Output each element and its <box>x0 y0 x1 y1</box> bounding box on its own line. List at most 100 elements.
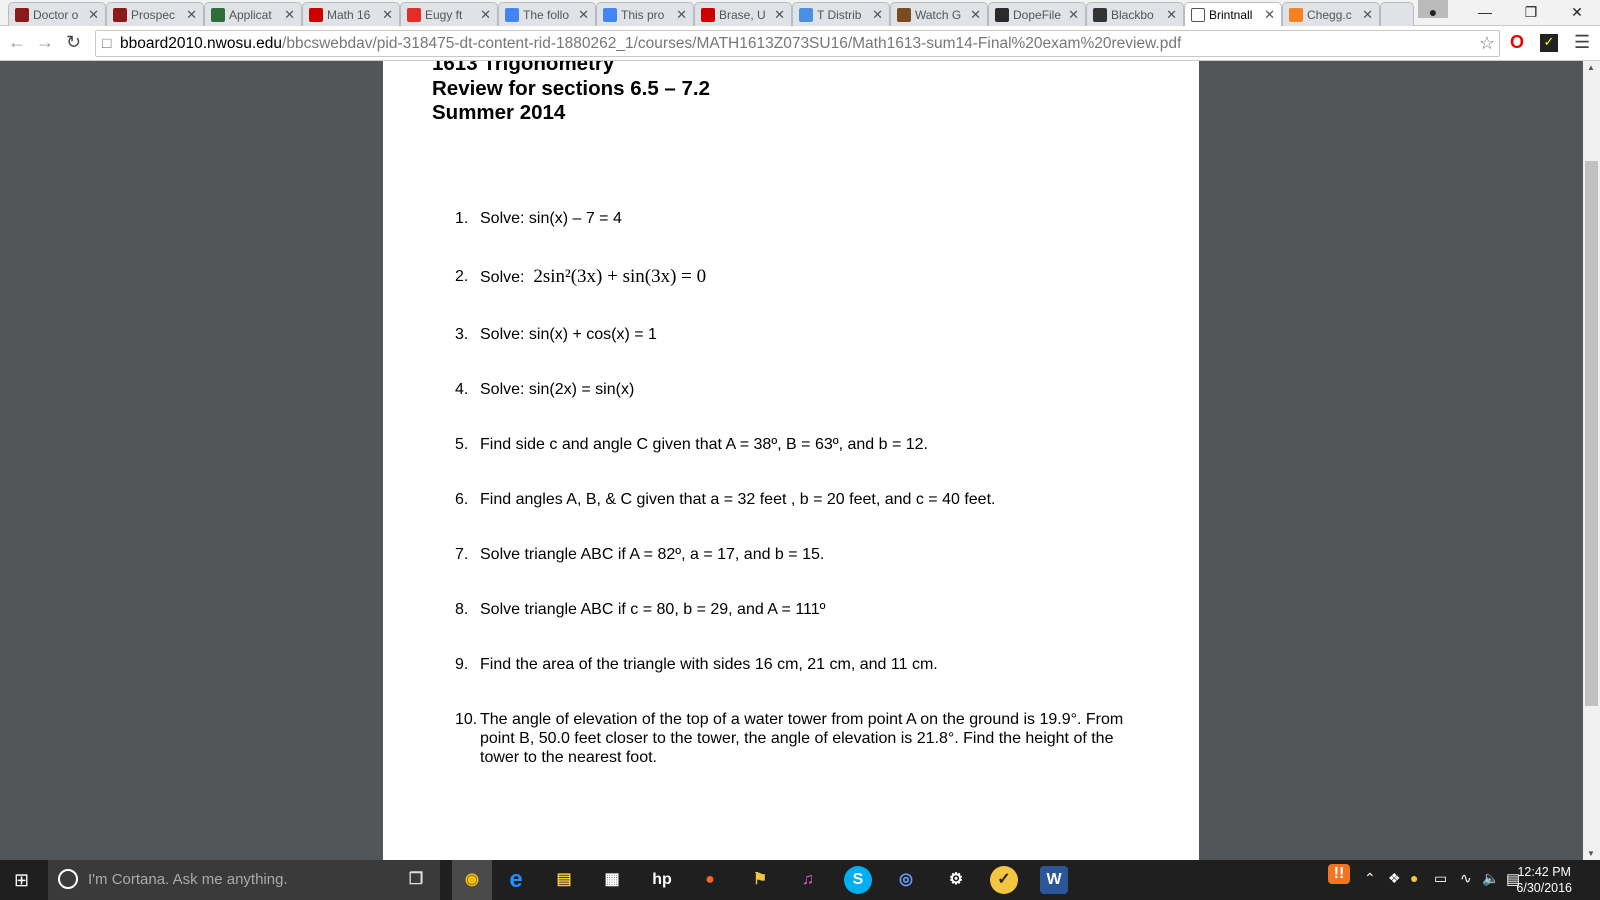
tab[interactable]: T Distrib ✕ <box>792 2 890 26</box>
close-tab-icon[interactable]: ✕ <box>578 7 589 23</box>
norton-icon[interactable]: ✓ <box>990 866 1018 894</box>
volume-icon[interactable]: 🔈 <box>1482 870 1499 887</box>
url-host: bboard2010.nwosu.edu <box>120 35 283 52</box>
green-shield-icon <box>211 7 225 22</box>
tab[interactable]: Blackbo ✕ <box>1086 2 1184 26</box>
battery-icon[interactable]: ▭ <box>1434 870 1447 887</box>
tab[interactable]: Brase, U ✕ <box>694 2 792 26</box>
close-tab-icon[interactable]: ✕ <box>382 7 393 23</box>
windows-start-icon[interactable]: ⊞ <box>14 870 29 891</box>
clock[interactable]: 12:42 PM 6/30/2016 <box>1516 864 1572 896</box>
tab-label: Chegg.c <box>1307 7 1352 22</box>
question-text: Solve: sin(2x) = sin(x) <box>480 381 635 398</box>
wifi-icon[interactable]: ∿ <box>1460 870 1472 887</box>
file-explorer-icon[interactable]: ▤ <box>550 866 578 894</box>
task-view-icon[interactable]: ❐ <box>402 866 430 894</box>
new-tab-button[interactable] <box>1380 2 1414 26</box>
scrollbar-thumb[interactable] <box>1585 161 1598 706</box>
close-tab-icon[interactable]: ✕ <box>1166 7 1177 23</box>
tab[interactable]: Watch G ✕ <box>890 2 988 26</box>
tab[interactable]: Chegg.c ✕ <box>1282 2 1380 26</box>
word-icon[interactable]: W <box>1040 866 1068 894</box>
show-hidden-icons[interactable]: ⌃ <box>1364 870 1376 887</box>
tab[interactable]: This pro ✕ <box>596 2 694 26</box>
edge-icon[interactable]: e <box>502 866 530 894</box>
tab-label: Math 16 <box>327 7 371 22</box>
close-tab-icon[interactable]: ✕ <box>1068 7 1079 23</box>
hp-icon[interactable]: hp <box>648 866 676 894</box>
forward-icon[interactable]: → <box>36 32 54 53</box>
scroll-down-icon[interactable]: ▼ <box>1587 849 1595 858</box>
chrome-taskbar-icon[interactable]: ◉ <box>452 860 492 900</box>
cortana-search[interactable]: I'm Cortana. Ask me anything. <box>48 860 440 900</box>
close-tab-icon[interactable]: ✕ <box>1362 7 1373 23</box>
itunes-icon[interactable]: ♫ <box>794 866 822 894</box>
document-icon <box>1191 7 1205 22</box>
url-input[interactable]: □ bboard2010.nwosu.edu/bbcswebdav/pid-31… <box>95 30 1500 57</box>
tab-label: This pro <box>621 7 665 22</box>
origin-icon[interactable]: ● <box>696 866 724 894</box>
close-window-button[interactable]: ✕ <box>1554 0 1600 24</box>
minimize-button[interactable]: — <box>1462 0 1508 24</box>
webassign-icon <box>701 7 715 22</box>
question-number: 10. <box>455 711 478 728</box>
skype-icon[interactable]: S <box>844 866 872 894</box>
restore-button[interactable]: ❐ <box>1508 0 1554 24</box>
cortana-icon <box>58 869 78 889</box>
question-number: 4. <box>455 381 469 398</box>
close-tab-icon[interactable]: ✕ <box>970 7 981 23</box>
webassign-icon <box>309 7 323 22</box>
scrollbar[interactable]: ▲ ▼ <box>1583 61 1600 860</box>
tab-label: Blackbo <box>1111 7 1154 22</box>
close-tab-icon[interactable]: ✕ <box>1264 7 1275 23</box>
bookmark-star-icon[interactable]: ☆ <box>1479 31 1495 56</box>
tab[interactable]: DopeFile ✕ <box>988 2 1086 26</box>
close-tab-icon[interactable]: ✕ <box>676 7 687 23</box>
tab-label: Brase, U <box>719 7 766 22</box>
opera-extension-icon[interactable]: O <box>1510 32 1524 53</box>
close-tab-icon[interactable]: ✕ <box>186 7 197 23</box>
blackboard-icon <box>1093 7 1107 22</box>
tab[interactable]: Applicat ✕ <box>204 2 302 26</box>
close-tab-icon[interactable]: ✕ <box>480 7 491 23</box>
question-number: 7. <box>455 546 469 563</box>
cortana-placeholder: I'm Cortana. Ask me anything. <box>88 871 288 888</box>
back-icon[interactable]: ← <box>8 32 26 53</box>
close-tab-icon[interactable]: ✕ <box>88 7 99 23</box>
taskbar: ⊞ I'm Cortana. Ask me anything. ❐ ◉ e ▤ … <box>0 860 1600 900</box>
notification-alert-icon[interactable]: !! <box>1328 864 1350 884</box>
question-number: 1. <box>455 210 469 227</box>
sticky-app-icon[interactable]: ⚑ <box>746 866 774 894</box>
tab[interactable]: Doctor o ✕ <box>8 2 106 26</box>
tab[interactable]: Math 16 ✕ <box>302 2 400 26</box>
scroll-up-icon[interactable]: ▲ <box>1587 63 1595 72</box>
question-number: 3. <box>455 326 469 343</box>
question-text: Solve: <box>480 269 525 286</box>
close-tab-icon[interactable]: ✕ <box>872 7 883 23</box>
store-icon[interactable]: ▦ <box>598 866 626 894</box>
ouhsc-icon <box>113 7 127 22</box>
tab[interactable]: Eugy ft ✕ <box>400 2 498 26</box>
steam-icon[interactable]: ◎ <box>892 866 920 894</box>
question-text: Solve triangle ABC if c = 80, b = 29, an… <box>480 601 826 618</box>
menu-icon[interactable]: ☰ <box>1574 32 1590 53</box>
question-number: 5. <box>455 436 469 453</box>
clock-date: 6/30/2016 <box>1516 881 1572 895</box>
reload-icon[interactable]: ↻ <box>66 32 81 53</box>
tab[interactable]: The follo ✕ <box>498 2 596 26</box>
norton-tray-icon[interactable]: ● <box>1410 870 1418 886</box>
dropbox-icon[interactable]: ❖ <box>1388 870 1401 887</box>
settings-icon[interactable]: ⚙ <box>942 866 970 894</box>
chegg-icon <box>1289 7 1303 22</box>
url-path: /bbcswebdav/pid-318475-dt-content-rid-18… <box>282 35 1182 52</box>
extension-check-icon[interactable]: ✓ <box>1540 34 1558 52</box>
youtube-icon <box>407 7 421 22</box>
question-number: 9. <box>455 656 469 673</box>
ouhsc-icon <box>15 7 29 22</box>
tab[interactable]: Prospec ✕ <box>106 2 204 26</box>
close-tab-icon[interactable]: ✕ <box>284 7 295 23</box>
close-tab-icon[interactable]: ✕ <box>774 7 785 23</box>
profile-button[interactable]: ● <box>1418 0 1448 20</box>
question-number: 6. <box>455 491 469 508</box>
tab[interactable]: Brintnall ✕ <box>1184 2 1282 26</box>
